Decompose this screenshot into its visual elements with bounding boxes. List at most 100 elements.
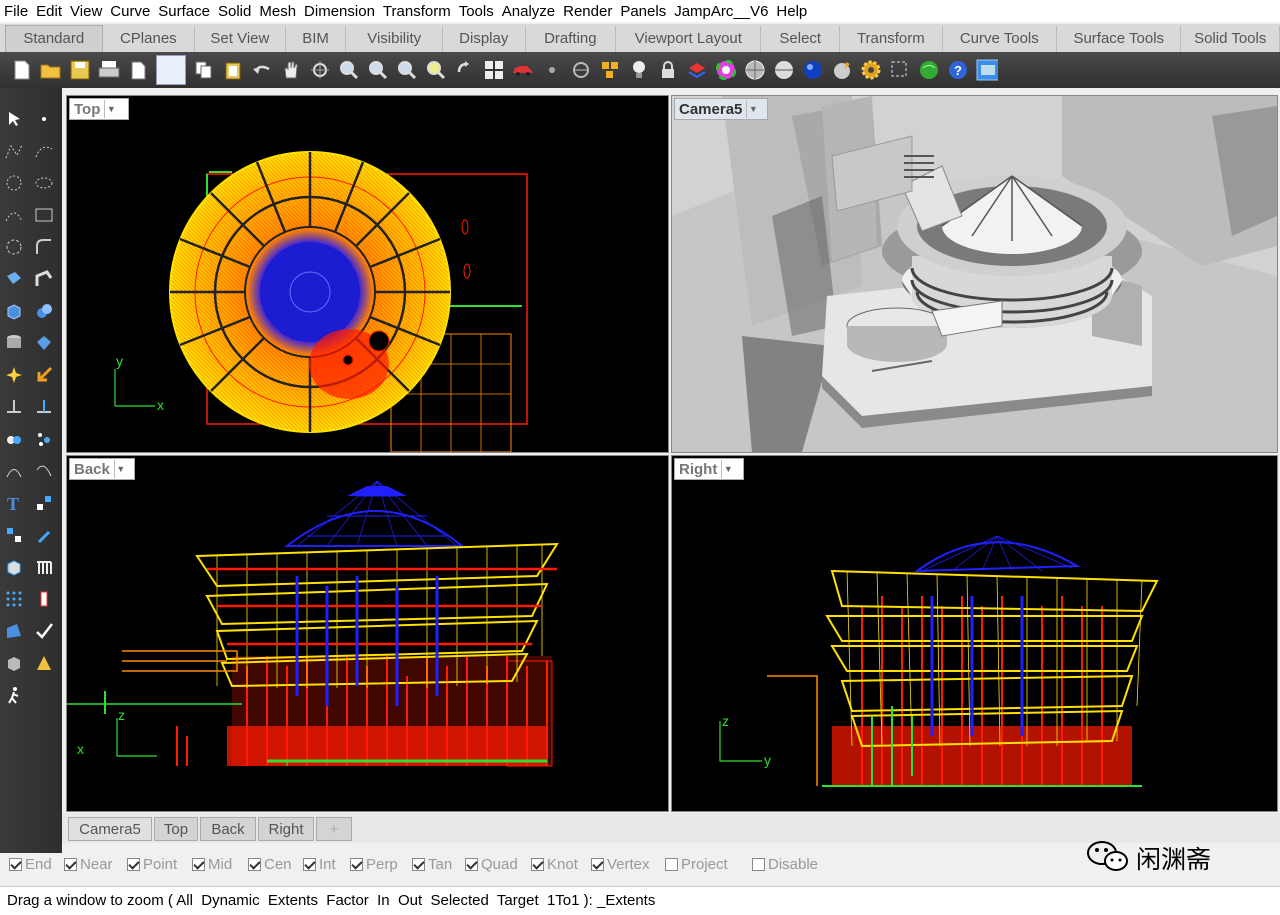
grid-dots-icon[interactable] [3,588,25,610]
polyline-icon[interactable] [3,140,25,162]
zoom-icon[interactable] [338,59,360,81]
wall-icon[interactable] [3,620,25,642]
fillet-icon[interactable] [33,236,55,258]
viewport-tab-top[interactable]: Top [154,817,198,841]
zoom-selected-icon[interactable] [425,59,447,81]
menu-mesh[interactable]: Mesh [255,3,300,20]
menu-solid[interactable]: Solid [214,3,255,20]
ellipse-icon[interactable] [33,172,55,194]
osnap-perp[interactable]: Perp [350,856,398,873]
checkbox[interactable] [127,858,140,871]
menu-file[interactable]: File [0,3,32,20]
surface-icon[interactable] [3,268,25,290]
extrude-icon[interactable] [33,268,55,290]
curve-icon[interactable] [33,140,55,162]
rotate-icon[interactable] [309,59,331,81]
chevron-down-icon[interactable]: ▼ [104,100,117,118]
tab-standard[interactable]: Standard [5,25,103,52]
tab-solid-tools[interactable]: Solid Tools [1181,26,1280,52]
point-tool-icon[interactable] [33,108,55,130]
osnap-project[interactable]: Project [665,856,728,873]
viewport-label-back[interactable]: Back ▼ [69,458,135,480]
checkbox[interactable] [752,858,765,871]
checkbox[interactable] [248,858,261,871]
osnap-end[interactable]: End [9,856,52,873]
car-icon[interactable] [512,59,534,81]
chevron-down-icon[interactable]: ▼ [746,100,759,118]
checkbox[interactable] [465,858,478,871]
render-icon[interactable] [831,59,853,81]
walk-icon[interactable] [3,684,25,706]
polygon-icon[interactable] [3,236,25,258]
select-box-icon[interactable] [889,59,911,81]
group-icon[interactable] [599,59,621,81]
pencil-icon[interactable] [33,524,55,546]
paste-icon[interactable] [222,59,244,81]
menu-transform[interactable]: Transform [379,3,455,20]
menu-panels[interactable]: Panels [616,3,670,20]
osnap-point[interactable]: Point [127,856,177,873]
split-icon[interactable] [33,396,55,418]
osnap-mid[interactable]: Mid [192,856,232,873]
checkbox[interactable] [591,858,604,871]
command-line[interactable]: Drag a window to zoom ( All Dynamic Exte… [0,886,1280,915]
column-icon[interactable] [33,588,55,610]
tab-transform[interactable]: Transform [840,26,943,52]
osnap-vertex[interactable]: Vertex [591,856,650,873]
menu-jamparc[interactable]: JampArc__V6 [670,3,772,20]
checkbox[interactable] [9,858,22,871]
mesh-icon[interactable] [33,332,55,354]
open-folder-icon[interactable] [40,59,62,81]
copy-icon[interactable] [193,59,215,81]
cylinder-icon[interactable] [3,332,25,354]
menu-surface[interactable]: Surface [154,3,214,20]
checkbox[interactable] [64,858,77,871]
tab-bim[interactable]: BIM [286,26,347,52]
viewport-tab-back[interactable]: Back [200,817,256,841]
layer-icon[interactable] [686,59,708,81]
arc-icon[interactable] [3,204,25,226]
block-icon[interactable] [3,556,25,578]
save-icon[interactable] [69,59,91,81]
viewport-tab-right[interactable]: Right [258,817,314,841]
import-icon[interactable] [127,59,149,81]
tab-surface-tools[interactable]: Surface Tools [1057,26,1182,52]
zoom-extents-icon[interactable] [396,59,418,81]
checkbox[interactable] [350,858,363,871]
lock-icon[interactable] [657,59,679,81]
pyramid-icon[interactable] [33,652,55,674]
zoom-window-icon[interactable] [367,59,389,81]
menu-analyze[interactable]: Analyze [498,3,559,20]
chevron-down-icon[interactable]: ▼ [113,460,127,478]
curve-edit2-icon[interactable] [33,460,55,482]
viewport-right[interactable]: Right ▼ z y [671,455,1278,812]
checkbox[interactable] [412,858,425,871]
tab-select[interactable]: Select [761,26,841,52]
checkbox[interactable] [192,858,205,871]
solid-grey-icon[interactable] [3,652,25,674]
menu-help[interactable]: Help [772,3,811,20]
new-file-icon[interactable] [11,59,33,81]
array-icon[interactable] [3,524,25,546]
viewport-top[interactable]: Top ▼ y x [66,95,669,453]
arrow-icon[interactable] [33,364,55,386]
rotate-view-icon[interactable] [454,59,476,81]
checkbox[interactable] [303,858,316,871]
viewport-back[interactable]: Back ▼ z x [66,455,669,812]
osnap-int[interactable]: Int [303,856,336,873]
tab-visibility[interactable]: Visibility [346,26,443,52]
viewport-camera[interactable]: Camera5 ▼ [671,95,1278,453]
trim-icon[interactable] [3,396,25,418]
sphere-blue-icon[interactable] [802,59,824,81]
menu-tools[interactable]: Tools [455,3,498,20]
blank-icon[interactable] [156,55,186,85]
points-on-icon[interactable] [33,428,55,450]
chevron-down-icon[interactable]: ▼ [721,460,734,478]
circle-icon[interactable] [3,172,25,194]
tab-set-view[interactable]: Set View [195,26,286,52]
menu-edit[interactable]: Edit [32,3,66,20]
boolean-icon[interactable] [33,300,55,322]
viewport-label-right[interactable]: Right ▼ [674,458,744,480]
window-icon[interactable] [976,59,998,81]
menu-view[interactable]: View [66,3,106,20]
